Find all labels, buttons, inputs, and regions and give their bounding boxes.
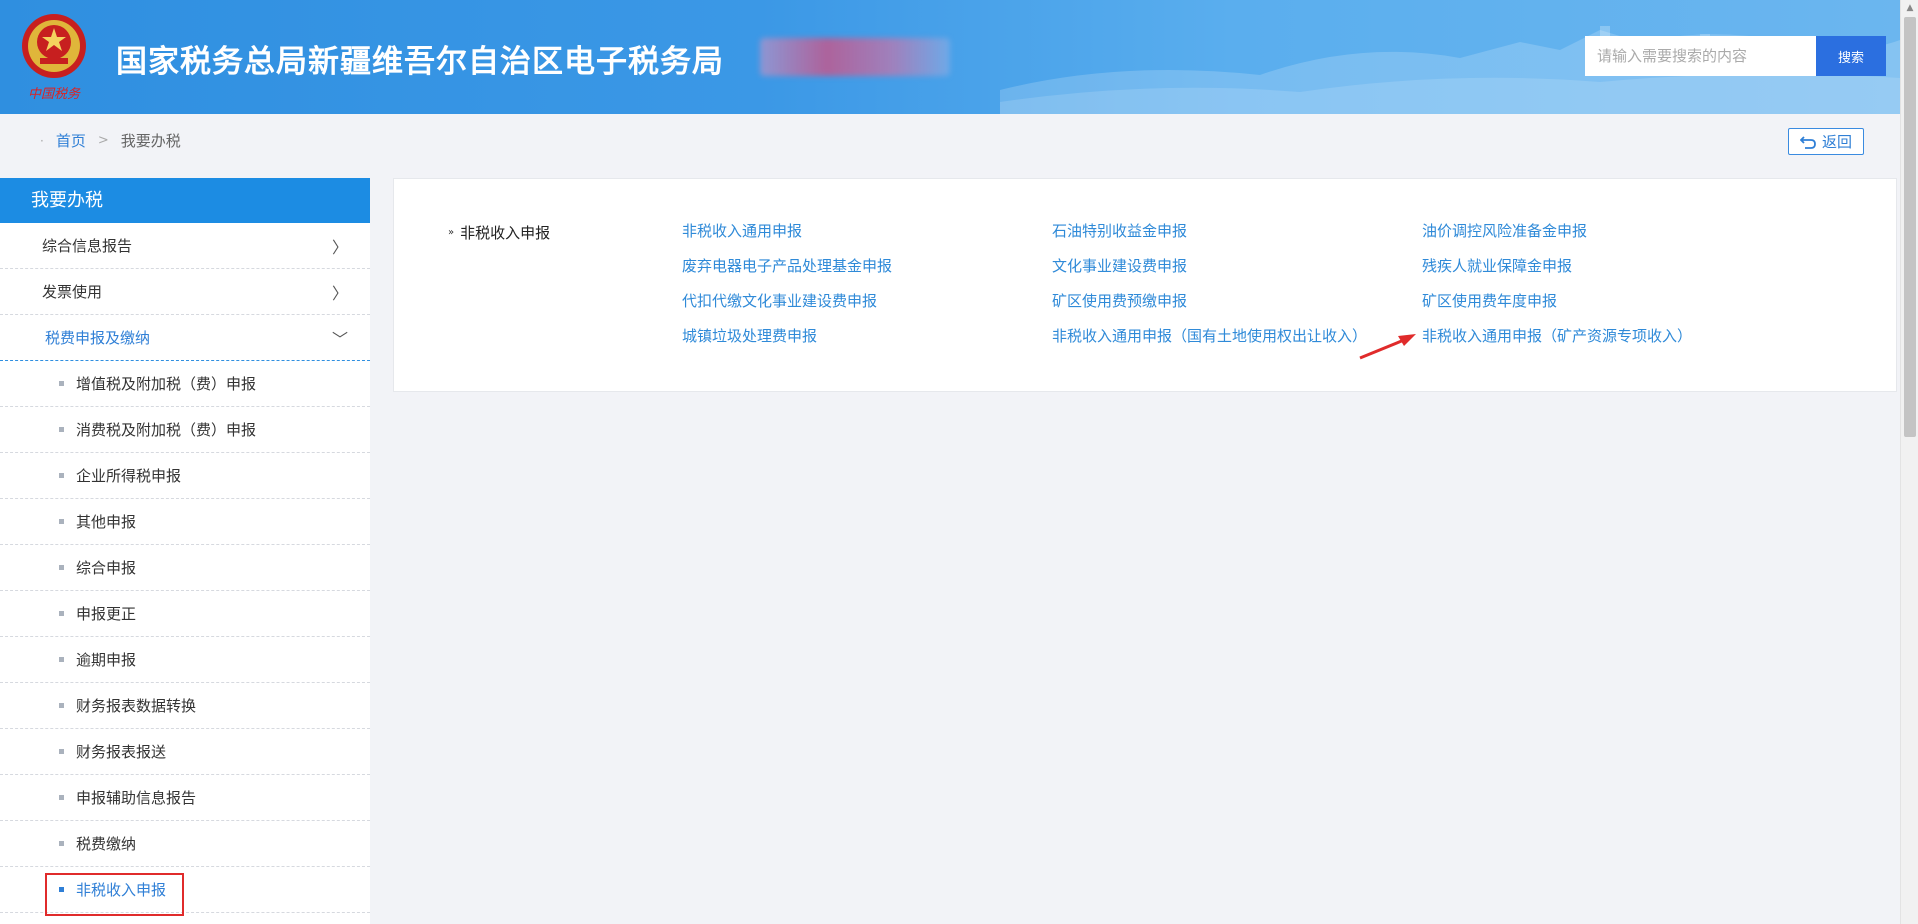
main-panel: » 非税收入申报 非税收入通用申报 石油特别收益金申报 油价调控风险准备金申报 … (393, 178, 1897, 392)
redacted-region (760, 38, 950, 76)
bullet-icon (59, 565, 64, 570)
link-cultural-construction-fee[interactable]: 文化事业建设费申报 (1052, 255, 1422, 277)
sidebar-subitem-label: 消费税及附加税（费）申报 (76, 421, 257, 439)
sidebar-subitem-label: 财务报表报送 (76, 743, 167, 761)
bullet-icon (59, 473, 64, 478)
bullet-icon (59, 887, 64, 892)
sidebar-subitem-non-tax-revenue[interactable]: 非税收入申报 (0, 867, 370, 913)
link-mining-fee-annual[interactable]: 矿区使用费年度申报 (1422, 290, 1792, 312)
vertical-scrollbar[interactable]: ▲ (1900, 0, 1918, 924)
bullet-icon (59, 795, 64, 800)
sidebar-subitem-financial-conversion[interactable]: 财务报表数据转换 (0, 683, 370, 729)
breadcrumb-separator: > (97, 133, 109, 148)
sidebar-subitem-label: 申报辅助信息报告 (76, 789, 197, 807)
double-arrow-icon: » (448, 227, 455, 238)
panel-category-label: 非税收入申报 (460, 224, 551, 242)
sidebar: 我要办税 综合信息报告 〉 发票使用 〉 税费申报及缴纳 ﹀ 增值税及附加税（费… (0, 178, 370, 924)
declaration-links: 非税收入通用申报 石油特别收益金申报 油价调控风险准备金申报 废弃电器电子产品处… (682, 220, 1792, 347)
sidebar-subitem-label: 非税收入申报 (76, 881, 167, 899)
link-non-tax-general[interactable]: 非税收入通用申报 (682, 220, 1052, 242)
chevron-right-icon: 〉 (331, 237, 348, 257)
bullet-icon (59, 611, 64, 616)
sidebar-item-label: 综合信息报告 (42, 237, 133, 255)
sidebar-subitem-vat[interactable]: 增值税及附加税（费）申报 (0, 361, 370, 407)
bullet-icon (59, 703, 64, 708)
breadcrumb-dot-icon: · (40, 133, 44, 148)
chevron-right-icon: 〉 (331, 283, 348, 303)
svg-text:中国税务: 中国税务 (28, 87, 81, 102)
sidebar-item-label: 税费申报及缴纳 (45, 329, 151, 347)
link-oil-price-risk-reserve[interactable]: 油价调控风险准备金申报 (1422, 220, 1792, 242)
link-mining-fee-prepay[interactable]: 矿区使用费预缴申报 (1052, 290, 1422, 312)
sidebar-item-info-report[interactable]: 综合信息报告 〉 (0, 223, 370, 269)
sidebar-subitem-label: 财务报表数据转换 (76, 697, 197, 715)
sidebar-subitem-label: 申报更正 (76, 605, 137, 623)
link-waste-electronics-fund[interactable]: 废弃电器电子产品处理基金申报 (682, 255, 1052, 277)
scrollbar-thumb[interactable] (1904, 17, 1916, 437)
bullet-icon (59, 381, 64, 386)
scroll-up-arrow-icon[interactable]: ▲ (1901, 0, 1918, 17)
sidebar-subitem-financial-report[interactable]: 财务报表报送 (0, 729, 370, 775)
search-button[interactable]: 搜索 (1816, 36, 1886, 76)
sidebar-subitem-comprehensive[interactable]: 综合申报 (0, 545, 370, 591)
link-non-tax-mineral-resources[interactable]: 非税收入通用申报（矿产资源专项收入） (1422, 325, 1792, 347)
bullet-icon (59, 841, 64, 846)
sidebar-item-tax-declaration[interactable]: 税费申报及缴纳 ﹀ (0, 315, 370, 361)
annotation-arrow-icon (1359, 334, 1416, 360)
breadcrumb-current: 我要办税 (120, 132, 181, 150)
link-urban-garbage-fee[interactable]: 城镇垃圾处理费申报 (682, 325, 1052, 347)
back-button[interactable]: 返回 (1788, 128, 1864, 155)
bullet-icon (59, 427, 64, 432)
sidebar-subitem-label: 税费缴纳 (76, 835, 137, 853)
return-arrow-icon (1799, 135, 1816, 149)
sidebar-subitem-overdue[interactable]: 逾期申报 (0, 637, 370, 683)
sidebar-subitem-corporate-income-tax[interactable]: 企业所得税申报 (0, 453, 370, 499)
sidebar-subitem-label: 企业所得税申报 (76, 467, 182, 485)
tax-emblem-logo: 中国税务 (22, 14, 86, 102)
bullet-icon (59, 749, 64, 754)
sidebar-subitem-label: 综合申报 (76, 559, 137, 577)
sidebar-item-invoice[interactable]: 发票使用 〉 (0, 269, 370, 315)
link-disabled-employment-fund[interactable]: 残疾人就业保障金申报 (1422, 255, 1792, 277)
panel-category: » 非税收入申报 (448, 222, 550, 243)
sidebar-subitem-other[interactable]: 其他申报 (0, 499, 370, 545)
site-title: 国家税务总局新疆维吾尔自治区电子税务局 (116, 44, 724, 80)
search-input[interactable] (1585, 36, 1816, 76)
link-withholding-cultural-fee[interactable]: 代扣代缴文化事业建设费申报 (682, 290, 1052, 312)
sidebar-subitem-tax-payment[interactable]: 税费缴纳 (0, 821, 370, 867)
bullet-icon (59, 657, 64, 662)
back-button-label: 返回 (1821, 133, 1852, 151)
breadcrumb: · 首页 > 我要办税 (40, 130, 181, 151)
sidebar-subitem-consumption-tax[interactable]: 消费税及附加税（费）申报 (0, 407, 370, 453)
bullet-icon (59, 519, 64, 524)
sidebar-title: 我要办税 (0, 178, 370, 223)
sidebar-subitem-label: 增值税及附加税（费）申报 (76, 375, 257, 393)
sidebar-subitem-correction[interactable]: 申报更正 (0, 591, 370, 637)
link-petroleum-special-gain[interactable]: 石油特别收益金申报 (1052, 220, 1422, 242)
breadcrumb-home-link[interactable]: 首页 (56, 130, 86, 151)
sidebar-item-label: 发票使用 (42, 283, 103, 301)
sidebar-subitem-label: 其他申报 (76, 513, 137, 531)
sidebar-subitem-auxiliary-info[interactable]: 申报辅助信息报告 (0, 775, 370, 821)
chevron-down-icon: ﹀ (331, 329, 348, 349)
sidebar-subitem-label: 逾期申报 (76, 651, 137, 669)
